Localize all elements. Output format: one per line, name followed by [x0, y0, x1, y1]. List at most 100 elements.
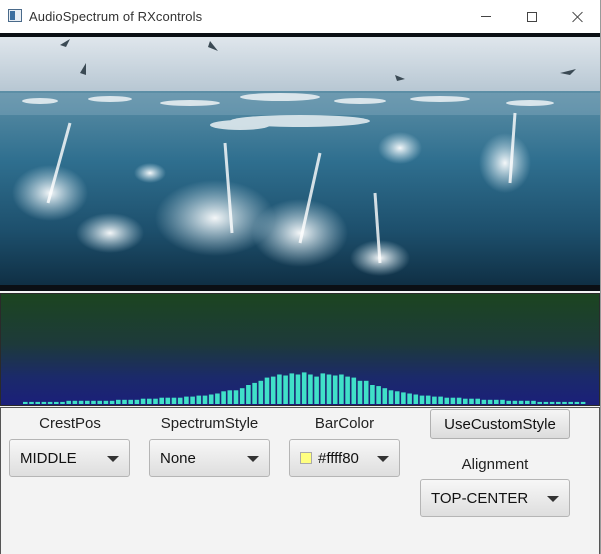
- spectrum-bar: [202, 395, 208, 404]
- spectrum-bar: [580, 401, 586, 404]
- spectrum-bar: [320, 373, 326, 404]
- spectrum-bar: [450, 397, 456, 404]
- spectrum-bar: [116, 399, 121, 404]
- spectrum-bar: [128, 399, 133, 404]
- spectrumstyle-select[interactable]: None: [149, 439, 270, 477]
- spectrum-bar: [370, 385, 375, 404]
- spectrum-bar: [388, 390, 394, 404]
- close-button[interactable]: [555, 0, 601, 33]
- spectrum-bar: [283, 375, 288, 404]
- spectrum-bar: [308, 374, 313, 404]
- spectrum-bar: [332, 375, 338, 404]
- spectrum-bar: [233, 390, 239, 404]
- barcolor-value: #ffff80: [318, 449, 359, 467]
- spectrum-bar: [456, 397, 462, 404]
- spectrum-bar: [60, 401, 65, 404]
- maximize-icon: [527, 11, 537, 22]
- spectrum-bar: [351, 377, 357, 404]
- spectrum-bar: [339, 374, 344, 404]
- spectrum-bar: [165, 397, 171, 404]
- spectrum-bar: [270, 376, 276, 404]
- spectrum-bar: [301, 372, 307, 404]
- spectrum-bar: [413, 394, 419, 404]
- minimize-icon: [481, 16, 491, 17]
- spectrum-bar: [401, 392, 406, 404]
- spectrum-bar: [475, 398, 480, 404]
- spectrum-bar: [500, 399, 505, 404]
- spectrum-bar: [140, 398, 146, 404]
- spectrum-bar: [506, 400, 511, 404]
- spectrum-bar: [190, 396, 195, 404]
- spectrum-bar: [549, 401, 555, 404]
- spectrum-bar: [246, 385, 251, 404]
- spectrum-bar: [171, 397, 177, 404]
- spectrum-bar: [177, 397, 183, 404]
- minimize-button[interactable]: [463, 0, 509, 33]
- spectrum-bars: [23, 372, 586, 404]
- spectrum-bar: [277, 374, 282, 404]
- spectrum-bar: [147, 398, 152, 404]
- spectrum-bar: [419, 395, 425, 404]
- spectrumstyle-value: None: [160, 449, 196, 467]
- spectrum-bar: [184, 396, 189, 404]
- spectrum-bar: [23, 401, 28, 404]
- crestpos-select[interactable]: MIDDLE: [9, 439, 130, 477]
- spectrum-bar: [208, 394, 214, 404]
- spectrum-bar: [85, 400, 90, 404]
- spectrum-bar: [159, 397, 164, 404]
- alignment-select[interactable]: TOP-CENTER: [420, 479, 570, 517]
- barcolor-picker[interactable]: #ffff80: [289, 439, 400, 477]
- chevron-down-icon: [247, 456, 259, 462]
- spectrum-bar: [556, 401, 561, 404]
- video-frame-image: [0, 33, 600, 291]
- spectrum-bar: [574, 401, 580, 404]
- maximize-button[interactable]: [509, 0, 555, 33]
- spectrum-bar: [438, 396, 443, 404]
- spectrum-bar: [382, 388, 388, 404]
- spectrum-bar: [239, 388, 245, 404]
- window-title: AudioSpectrum of RXcontrols: [29, 9, 203, 24]
- spectrum-bar: [481, 399, 487, 404]
- close-icon: [572, 11, 584, 23]
- audio-spectrum: [0, 293, 600, 406]
- spectrum-bar: [66, 400, 71, 404]
- controls-panel: CrestPos MIDDLE SpectrumStyle None BarCo…: [0, 407, 600, 554]
- barcolor-label: BarColor: [314, 415, 375, 432]
- spectrum-bar: [363, 380, 369, 404]
- chevron-down-icon: [547, 496, 559, 502]
- spectrum-bar: [196, 395, 202, 404]
- title-bar[interactable]: AudioSpectrum of RXcontrols: [0, 0, 600, 33]
- spectrum-bar: [109, 400, 115, 404]
- spectrum-bar: [444, 397, 450, 404]
- spectrum-bar: [357, 380, 363, 404]
- spectrum-bar: [469, 398, 474, 404]
- use-custom-style-button[interactable]: UseCustomStyle: [430, 409, 570, 439]
- spectrum-bar: [78, 400, 84, 404]
- spectrum-bar: [314, 376, 319, 404]
- spectrum-bar: [47, 401, 53, 404]
- spectrum-bar: [345, 376, 350, 404]
- app-window-icon: [8, 9, 22, 22]
- chevron-down-icon: [107, 456, 119, 462]
- spectrum-bar: [518, 400, 524, 404]
- video-player[interactable]: [0, 33, 600, 291]
- spectrum-bar: [463, 398, 468, 404]
- spectrum-bar: [531, 400, 536, 404]
- spectrum-bar: [425, 395, 431, 404]
- spectrum-bar: [29, 401, 34, 404]
- spectrum-bar: [227, 390, 233, 404]
- chevron-down-icon: [377, 456, 389, 462]
- spectrum-bar: [215, 393, 220, 404]
- spectrum-bar: [512, 400, 518, 404]
- spectrum-bar: [103, 400, 109, 404]
- spectrum-bar: [221, 391, 226, 404]
- spectrum-bar: [72, 400, 78, 404]
- spectrum-bar: [295, 374, 301, 404]
- spectrum-bar: [41, 401, 47, 404]
- app-window: AudioSpectrum of RXcontrols CrestPos MID…: [0, 0, 601, 554]
- spectrum-bar: [394, 391, 400, 404]
- spectrum-bar: [264, 377, 270, 404]
- spectrum-bar: [258, 380, 264, 404]
- alignment-label: Alignment: [461, 456, 529, 473]
- spectrum-bar: [289, 373, 295, 404]
